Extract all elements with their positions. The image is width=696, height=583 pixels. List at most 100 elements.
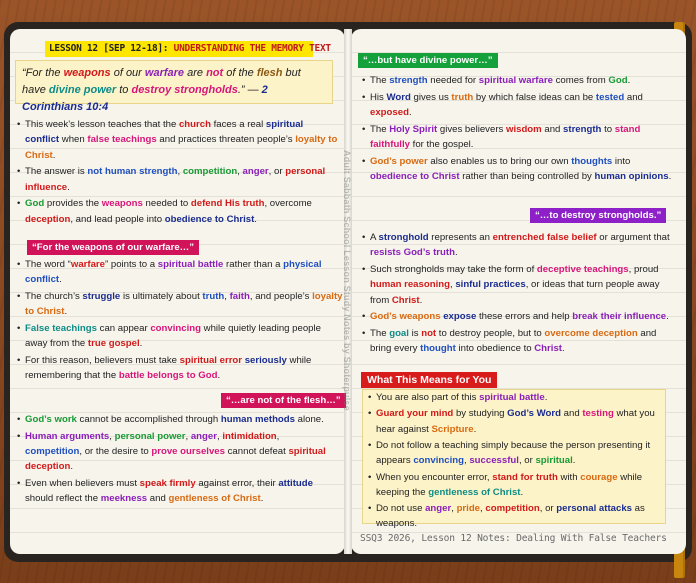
note-text: anger: [425, 503, 452, 515]
note-text: needed for: [427, 75, 479, 86]
note-text: strength: [389, 75, 428, 86]
note-text: needed to: [142, 198, 191, 210]
lesson-label: LESSON 12 [SEP 12-18]:: [49, 43, 169, 54]
note-text: Guard your mind: [376, 408, 454, 420]
note-text: and practices threaten people’s: [156, 134, 296, 146]
list-item: A stronghold represents an entrenched fa…: [362, 230, 680, 261]
tag-destroy-strongholds: “…to destroy strongholds.”: [530, 208, 667, 223]
note-text: attitude: [278, 478, 313, 489]
list-item: His Word gives us truth by which false i…: [362, 90, 680, 121]
note-text: .: [419, 294, 423, 306]
note-text: Scripture: [431, 423, 474, 435]
note-text: speak firmly: [139, 478, 196, 489]
list-item: Such strongholds may take the form of de…: [362, 262, 680, 308]
note-text: The answer is: [25, 166, 88, 178]
note-text: deception: [25, 213, 71, 225]
lesson-topic: UNDERSTANDING THE MEMORY TEXT: [168, 43, 331, 54]
note-text: these errors and help: [476, 311, 573, 323]
note-text: obedience to Christ: [164, 213, 255, 225]
note-text: tested: [595, 91, 625, 103]
verse-text: are: [184, 67, 207, 79]
note-text: , or: [268, 166, 286, 178]
note-text: spiritual error: [179, 355, 243, 366]
list-item: Do not follow a teaching simply because …: [368, 438, 664, 468]
intro-notes: This week’s lesson teaches that the chur…: [17, 117, 339, 228]
note-text: .: [139, 338, 143, 350]
list-item: The goal is not to destroy people, but t…: [362, 326, 680, 357]
note-text: truth: [451, 91, 474, 103]
note-text: .: [217, 370, 221, 382]
note-text: break their influence: [572, 311, 667, 323]
verse-warfare: warfare: [144, 67, 185, 79]
list-item: The strength needed for spiritual warfar…: [362, 73, 680, 89]
note-text: .: [561, 343, 565, 355]
list-item: The answer is not human strength, compet…: [17, 164, 339, 195]
note-text: Even when believers must: [25, 478, 140, 489]
note-text: God: [25, 198, 45, 210]
note-text: .: [254, 213, 257, 225]
note-text: The church’s: [25, 291, 83, 302]
list-item: The Holy Spirit gives believers wisdom a…: [362, 122, 680, 153]
note-text: sinful practices: [455, 279, 526, 291]
note-text: Do not use: [376, 503, 426, 515]
note-text: .: [454, 247, 458, 259]
note-text: convincing: [150, 323, 201, 334]
footer-caption: SSQ3 2026, Lesson 12 Notes: Dealing With…: [360, 533, 667, 544]
list-item: God provides the weapons needed to defen…: [17, 196, 339, 227]
note-text: personal power: [114, 430, 186, 442]
note-text: represents an: [428, 232, 493, 243]
list-item: Even when believers must speak firmly ag…: [17, 476, 339, 507]
verse-divine-power: divine power: [48, 84, 117, 96]
note-text: to destroy people, but to: [436, 328, 545, 339]
note-text: by studying: [453, 408, 508, 420]
note-text: .: [544, 392, 548, 403]
note-text: ” points to a: [105, 259, 158, 270]
note-text: truth: [202, 291, 225, 302]
note-text: rather than a: [223, 259, 284, 270]
note-text: expose: [443, 311, 477, 323]
note-text: defend His truth: [190, 198, 265, 210]
divine-power-notes: The strength needed for spiritual warfar…: [362, 73, 680, 186]
tag-weapons-of-warfare: “For the weapons of our warfare…”: [27, 240, 200, 255]
note-text: into: [612, 155, 631, 167]
note-text: is ultimately about: [120, 291, 203, 302]
note-text: battle belongs to God: [118, 370, 218, 382]
note-text: This week’s lesson teaches that the: [25, 119, 179, 130]
note-text: spiritual battle: [157, 259, 224, 270]
note-text: prove ourselves: [151, 446, 225, 457]
note-text: cannot be accomplished through: [76, 414, 221, 425]
meaning-heading: What This Means for You: [361, 372, 498, 388]
note-text: human methods: [220, 414, 295, 425]
tag-divine-power: “…but have divine power…”: [358, 53, 498, 68]
note-text: also enables us to bring our own: [427, 155, 572, 167]
note-text: struggle: [82, 291, 121, 302]
list-item: Human arguments, personal power, anger, …: [17, 429, 339, 475]
verse-text: .” —: [237, 84, 262, 96]
note-text: Christ: [534, 343, 562, 355]
note-text: and: [561, 408, 583, 420]
memory-verse: “For the weapons of our warfare are not …: [15, 60, 333, 113]
note-text: and: [541, 123, 564, 135]
note-text: resists God’s truth: [370, 247, 455, 259]
note-text: For this reason, believers must take: [25, 355, 180, 366]
note-text: .: [67, 181, 70, 193]
note-text: with: [557, 471, 581, 483]
note-text: church: [178, 119, 211, 130]
note-text: faith: [229, 291, 250, 302]
note-text: human reasoning: [370, 279, 450, 291]
note-text: Holy Spirit: [389, 123, 438, 135]
note-text: strength: [563, 123, 602, 135]
verse-text: “For the: [22, 67, 64, 79]
list-item: For this reason, believers must take spi…: [17, 353, 344, 384]
note-text: , overcome: [264, 198, 312, 210]
note-text: .: [70, 461, 73, 473]
strongholds-notes: A stronghold represents an entrenched fa…: [362, 230, 680, 358]
note-text: ,: [276, 430, 280, 442]
note-text: , or: [518, 455, 536, 467]
note-text: .: [666, 311, 669, 323]
lesson-title: LESSON 12 [SEP 12-18]: UNDERSTANDING THE…: [45, 41, 331, 57]
note-text: .: [520, 486, 524, 498]
note-text: to: [601, 123, 615, 135]
note-text: thought: [420, 343, 456, 355]
note-text: .: [473, 423, 477, 435]
